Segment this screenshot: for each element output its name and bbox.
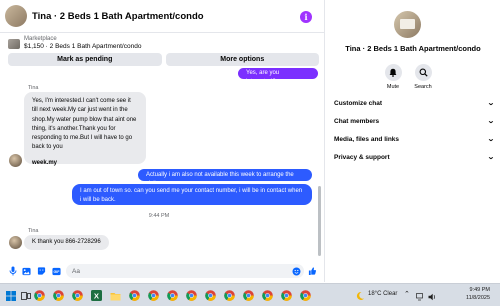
svg-text:GIF: GIF [54,270,61,274]
chat-members-section[interactable]: Chat members ⌄ [334,114,495,128]
file-explorer-icon[interactable] [110,290,121,301]
listing-source: Marketplace [24,36,57,42]
bell-icon [384,64,402,81]
section-label: Media, files and links [334,135,400,143]
clock-time: 9:49 PM [469,287,490,293]
chat-title[interactable]: Tina · 2 Beds 1 Bath Apartment/condo [32,11,325,22]
image-icon[interactable] [22,266,31,276]
chevron-down-icon: ⌄ [487,136,495,143]
outgoing-message[interactable]: Actually i am also not available this we… [138,169,312,187]
tray-chevron-icon[interactable]: ⌃ [404,290,410,298]
sender-name: Tina [28,228,39,234]
taskview-icon[interactable] [20,290,31,301]
search-icon [414,64,432,81]
message-input[interactable] [66,264,304,278]
search-button[interactable]: Search [408,64,438,90]
details-title: Tina · 2 Beds 1 Bath Apartment/condo [345,44,481,53]
chat-panel: Tina · 2 Beds 1 Bath Apartment/condo i M… [0,0,325,282]
incoming-message[interactable]: K thank you 866-2728296 [24,235,109,250]
system-clock[interactable]: 9:49 PM 11/8/2025 [466,287,490,303]
volume-icon[interactable] [427,291,438,302]
info-icon[interactable]: i [300,11,312,23]
mute-label: Mute [386,84,400,90]
mute-button[interactable]: Mute [378,64,408,90]
media-files-links-section[interactable]: Media, files and links ⌄ [334,132,495,146]
scrollbar-thumb[interactable] [318,186,321,256]
network-icon[interactable] [415,291,426,302]
avatar[interactable] [9,154,22,167]
chrome-icon[interactable] [148,290,159,301]
chevron-down-icon: ⌄ [487,118,495,125]
chrome-icon[interactable] [300,290,311,301]
chrome-icon[interactable] [34,290,45,301]
windows-icon[interactable] [5,290,16,301]
listing-description: $1,150 · 2 Beds 1 Bath Apartment/condo [24,43,142,50]
search-label: Search [414,84,432,90]
chrome-icon[interactable] [186,290,197,301]
svg-text:X: X [94,291,100,300]
chevron-down-icon: ⌄ [487,100,495,107]
composer: GIF [0,262,325,280]
section-label: Customize chat [334,99,383,107]
chevron-down-icon: ⌄ [487,154,495,161]
avatar[interactable] [9,236,22,249]
chrome-icon[interactable] [281,290,292,301]
listing-thumbnail [8,39,20,49]
clock-date: 11/8/2025 [465,294,490,301]
outgoing-message[interactable]: I am out of town so. can you send me you… [72,184,312,205]
gif-icon[interactable]: GIF [52,266,61,276]
taskbar: X 18°C Clear ⌃ 9:49 PM 11/8/2025 [0,283,500,306]
chrome-icon[interactable] [224,290,235,301]
chrome-icon[interactable] [243,290,254,301]
avatar[interactable] [394,11,421,38]
excel-icon[interactable]: X [91,290,102,301]
incoming-message[interactable]: Yes, I'm interested.I can't come see it … [24,92,146,166]
message-text: Yes, I'm interested.I can't come see it … [32,98,137,151]
chrome-icon[interactable] [129,290,140,301]
emoji-icon[interactable] [292,266,301,276]
chat-header[interactable]: Tina · 2 Beds 1 Bath Apartment/condo [0,0,325,33]
sender-name: Tina [28,85,39,91]
message-timestamp: 9:44 PM [148,213,170,219]
weather-text[interactable]: 18°C Clear [368,291,397,297]
customize-chat-section[interactable]: Customize chat ⌄ [334,96,495,110]
chrome-icon[interactable] [167,290,178,301]
more-options-button[interactable]: More options [165,53,319,66]
chrome-icon[interactable] [53,290,64,301]
sticker-icon[interactable] [37,266,46,276]
mark-as-pending-button[interactable]: Mark as pending [8,53,162,66]
avatar[interactable] [5,5,27,27]
chat-details-panel: Tina · 2 Beds 1 Bath Apartment/condo Mut… [326,0,500,282]
chrome-icon[interactable] [205,290,216,301]
listing-actions: Mark as pending More options [8,53,319,66]
outgoing-message[interactable]: Yes, are you interested? [238,68,318,85]
moon-icon[interactable] [354,290,365,301]
chrome-icon[interactable] [262,290,273,301]
scrollbar[interactable] [318,68,322,256]
section-label: Privacy & support [334,153,390,161]
microphone-icon[interactable] [8,266,17,276]
chrome-icon[interactable] [72,290,83,301]
message-text: week.my [32,159,58,166]
privacy-support-section[interactable]: Privacy & support ⌄ [334,150,495,164]
thumbs-up-icon[interactable] [308,266,317,276]
message-thread: Yes, are you interested? Tina Yes, I'm i… [0,68,318,256]
section-label: Chat members [334,117,380,125]
